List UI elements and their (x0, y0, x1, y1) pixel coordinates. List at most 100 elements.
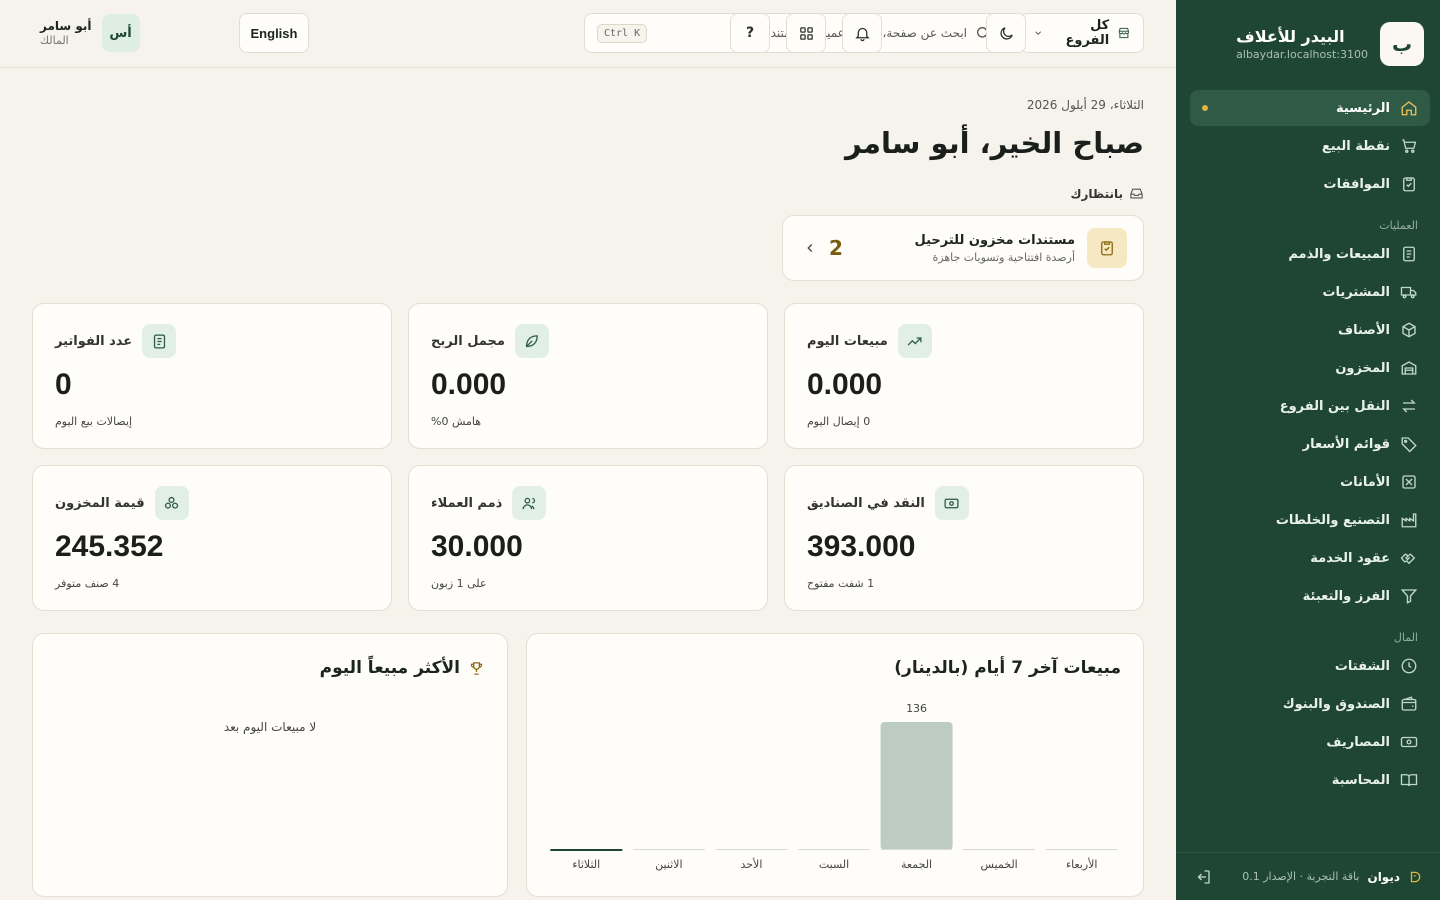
logout-icon[interactable] (1194, 868, 1212, 886)
sales-chart-panel: مبيعات آخر 7 أيام (بالدينار) الأربعاء الخم… (526, 633, 1144, 897)
active-indicator-dot (1202, 105, 1208, 111)
stat-card-customer-receivables[interactable]: ذمم العملاء 30.000 على 1 زبون (408, 465, 768, 611)
sidebar-item-approvals[interactable]: الموافقات (1190, 166, 1430, 202)
stat-card-cash-in-drawers[interactable]: النقد في الصناديق 393.000 1 شفت مفتوح (784, 465, 1144, 611)
sidebar-item-label: المبيعات والذمم (1288, 246, 1390, 262)
stat-label: عدد الفواتير (55, 333, 133, 349)
search-shortcut-badge: Ctrl K (597, 23, 648, 43)
grid-icon (799, 26, 813, 40)
sidebar-item-cash-banks[interactable]: الصندوق والبنوك (1190, 686, 1430, 722)
branch-select-label: كل الفروع (1065, 18, 1110, 48)
inbox-icon (1130, 188, 1143, 199)
pending-icon-wrap (1087, 228, 1127, 268)
branch-select[interactable]: كل الفروع (1020, 13, 1144, 53)
sidebar-item-label: الفرز والتعبئة (1302, 588, 1390, 604)
stat-subtext: هامش 0% (431, 415, 482, 428)
stat-icon-wrap (514, 324, 549, 358)
chart-bar-baseline (550, 849, 623, 851)
notifications-button[interactable] (842, 13, 882, 53)
clipboard-check-icon (1101, 241, 1113, 256)
stat-value: 0.000 (431, 368, 507, 401)
boxes-icon (165, 496, 179, 509)
cash-icon (944, 498, 959, 508)
factory-icon (1401, 513, 1417, 528)
sidebar-section-finance: المال (1393, 631, 1418, 644)
sales-chart-title: مبيعات آخر 7 أيام (بالدينار) (894, 658, 1121, 678)
sidebar-item-accounting[interactable]: المحاسبة (1190, 762, 1430, 798)
theme-toggle-button[interactable] (986, 13, 1026, 53)
sidebar-item-label: الموافقات (1323, 176, 1390, 192)
user-role: المالك (40, 34, 69, 47)
stat-card-gross-profit[interactable]: مجمل الربح 0.000 هامش 0% (408, 303, 768, 449)
chart-title-text: مبيعات آخر 7 أيام (بالدينار) (894, 658, 1121, 678)
language-toggle-button[interactable]: English (239, 13, 309, 53)
user-name: أبو سامر (40, 19, 92, 33)
help-button[interactable]: ? (730, 13, 770, 53)
stat-label: النقد في الصناديق (807, 495, 925, 511)
sidebar-item-price-lists[interactable]: قوائم الأسعار (1190, 426, 1430, 462)
sidebar-item-label: المحاسبة (1331, 772, 1390, 788)
chart-bar-baseline (1045, 849, 1118, 850)
stat-card-inventory-value[interactable]: قيمة المخزون 245.352 4 صنف متوفر (32, 465, 392, 611)
document-icon (153, 333, 165, 349)
sidebar-item-sales[interactable]: المبيعات والذمم (1190, 236, 1430, 272)
sales-bar-chart: الأربعاء الخميس 136 الجمعة السبت الأحد الاثنين… (550, 702, 1118, 871)
chart-data-label: 136 (906, 702, 927, 715)
sidebar-item-transfers[interactable]: النقل بين الفروع (1190, 388, 1430, 424)
sidebar-item-sorting[interactable]: الفرز والتعبئة (1190, 578, 1430, 614)
stat-card-today-sales[interactable]: مبيعات اليوم 0.000 0 إيصال اليوم (784, 303, 1144, 449)
sidebar-item-label: الشفتات (1334, 658, 1390, 674)
stat-icon-wrap (154, 486, 189, 520)
chart-bar-baseline (715, 849, 788, 850)
chart-bar-baseline (963, 849, 1036, 850)
sidebar-item-shifts[interactable]: الشفتات (1190, 648, 1430, 684)
chart-category-label: الجمعة (901, 858, 932, 871)
stat-card-invoice-count[interactable]: عدد الفواتير 0 إيصالات بيع اليوم (32, 303, 392, 449)
store-icon (1119, 27, 1130, 39)
sidebar-item-pos[interactable]: نقطة البيع (1190, 128, 1430, 164)
sidebar-item-label: نقطة البيع (1321, 138, 1390, 154)
chart-bar[interactable] (880, 722, 953, 850)
sidebar-item-manufacturing[interactable]: التصنيع والخلطات (1190, 502, 1430, 538)
sidebar-section-operations: العمليات (1379, 219, 1418, 232)
users-icon (522, 497, 535, 509)
sidebar-item-label: الأمانات (1340, 474, 1390, 490)
sidebar-item-label: التصنيع والخلطات (1275, 512, 1390, 528)
leaf-icon (526, 334, 539, 347)
chart-category-label: الأحد (740, 857, 762, 871)
filter-icon (1400, 589, 1418, 604)
sidebar-item-home[interactable]: الرئيسية (1190, 90, 1430, 126)
moon-icon (999, 26, 1013, 40)
chart-category-label: الاثنين (655, 858, 682, 871)
pending-subtitle: أرصدة افتتاحية وتسويات جاهزة (932, 250, 1075, 264)
sidebar-item-purchases[interactable]: المشتريات (1190, 274, 1430, 310)
chart-category-label: السبت (819, 858, 849, 871)
sidebar-item-service-contracts[interactable]: عقود الخدمة (1190, 540, 1430, 576)
chart-category-label: الخميس (981, 858, 1018, 871)
clock-icon (1401, 658, 1417, 674)
sidebar-item-expenses[interactable]: المصاريف (1190, 724, 1430, 760)
pending-task-card[interactable]: مستندات مخزون للترحيل أرصدة افتتاحية وتس… (782, 215, 1144, 281)
pending-label-text: بانتظارك (1070, 186, 1123, 201)
box-icon (1402, 322, 1416, 338)
consignment-icon (1402, 475, 1416, 489)
receipt-icon (1403, 246, 1415, 262)
sidebar-item-inventory[interactable]: المخزون (1190, 350, 1430, 386)
pending-title: مستندات مخزون للترحيل (914, 232, 1075, 248)
sidebar-item-label: المخزون (1335, 360, 1390, 376)
stat-label: مجمل الربح (431, 333, 505, 349)
chevron-left-icon (807, 244, 813, 252)
diwan-logo-icon (1410, 871, 1421, 882)
current-date: الثلاثاء، 29 أيلول 2026 (1026, 98, 1144, 112)
sidebar-item-items[interactable]: الأصناف (1190, 312, 1430, 348)
handshake-icon (1400, 553, 1416, 565)
sidebar-item-label: الرئيسية (1335, 100, 1390, 116)
stat-icon-wrap (142, 324, 177, 358)
chevron-down-icon (1035, 31, 1042, 35)
wallet-icon (1401, 696, 1417, 711)
user-menu[interactable]: أبو سامر المالك أس (40, 14, 140, 52)
brand[interactable]: ب البيدر للأعلاف albaydar.localhost:3100 (1236, 22, 1424, 66)
home-icon (1401, 101, 1417, 116)
sidebar-item-consignments[interactable]: الأمانات (1190, 464, 1430, 500)
apps-button[interactable] (786, 13, 826, 53)
